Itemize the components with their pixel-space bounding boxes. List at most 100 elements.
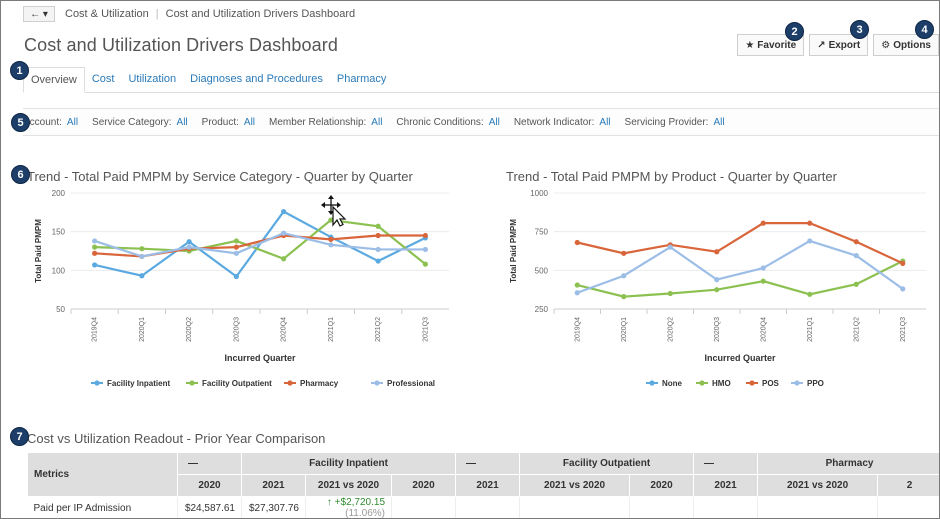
readout-group-header-row: Metrics — Facility Inpatient — Facility … bbox=[27, 452, 939, 497]
row-fo-2020 bbox=[391, 496, 457, 518]
export-icon: ↗ bbox=[817, 39, 826, 51]
collapse-pharmacy-toggle[interactable]: — bbox=[693, 452, 759, 475]
favorite-label: Favorite bbox=[757, 39, 797, 51]
x-tick-label: 2021Q1 bbox=[807, 317, 814, 342]
group-header-facility-outpatient: Facility Outpatient bbox=[519, 452, 695, 475]
x-tick-label: 2021Q3 bbox=[900, 317, 907, 342]
subheader-fi-2021: 2021 bbox=[241, 474, 306, 497]
breadcrumb-current: Cost and Utilization Drivers Dashboard bbox=[165, 8, 356, 20]
data-point bbox=[667, 290, 673, 297]
filter-member-relationship-value[interactable]: All bbox=[371, 117, 382, 128]
subheader-ph-2021: 2021 bbox=[693, 474, 759, 497]
filter-chronic-conditions: Chronic Conditions: All bbox=[396, 117, 499, 128]
data-point bbox=[281, 230, 287, 236]
legend-label: Facility Inpatient bbox=[107, 379, 170, 388]
row-fi-delta-pct: (11.06%) bbox=[345, 508, 385, 519]
subheader-fi-2020: 2020 bbox=[177, 474, 242, 497]
x-tick-label: 2019Q4 bbox=[574, 317, 581, 342]
filter-service-category-value[interactable]: All bbox=[177, 117, 188, 128]
data-point bbox=[281, 256, 287, 262]
collapse-facility-outpatient-toggle[interactable]: — bbox=[455, 452, 521, 475]
breadcrumb-separator: | bbox=[155, 8, 159, 20]
callout-badge-6: 6 bbox=[11, 165, 30, 184]
breadcrumb-link-cost-utilization[interactable]: Cost & Utilization bbox=[65, 8, 149, 20]
product-trend-chart: 250 500 750 1000 2019Q4 2020Q1 2020Q2 2020Q3 202… bbox=[509, 189, 926, 388]
legend-swatch-dot bbox=[94, 380, 100, 386]
tab-bar: Overview Cost Utilization Diagnoses and … bbox=[23, 67, 939, 93]
row-fo-vs bbox=[519, 496, 631, 518]
tab-pharmacy[interactable]: Pharmacy bbox=[330, 67, 394, 93]
x-tick-label: 2020Q2 bbox=[667, 317, 674, 342]
legend-swatch-dot bbox=[749, 380, 755, 386]
data-point bbox=[281, 208, 287, 215]
y-tick-label: 1000 bbox=[530, 189, 548, 198]
action-toolbar: ★ Favorite ↗ Export ⚙ Options bbox=[732, 34, 939, 56]
table-row: Paid per IP Admission $24,587.61 $27,307… bbox=[27, 496, 939, 519]
tab-cost[interactable]: Cost bbox=[85, 67, 122, 93]
tab-utilization[interactable]: Utilization bbox=[121, 67, 183, 93]
options-label: Options bbox=[893, 39, 931, 51]
row-fi-vs: ↑ +$2,720.15 (11.06%) bbox=[305, 496, 392, 519]
legend-label: Professional bbox=[387, 379, 435, 388]
filter-product-value[interactable]: All bbox=[244, 117, 255, 128]
data-point bbox=[807, 291, 813, 297]
filter-servicing-provider-value[interactable]: All bbox=[713, 117, 724, 128]
move-cursor-icon bbox=[321, 195, 347, 227]
legend-label: PPO bbox=[807, 379, 824, 388]
data-point bbox=[186, 244, 192, 250]
data-point bbox=[853, 281, 859, 287]
filter-member-relationship-label: Member Relationship: bbox=[269, 116, 367, 128]
y-tick-label: 250 bbox=[535, 305, 549, 314]
data-point bbox=[714, 287, 720, 293]
tab-diagnoses-and-procedures[interactable]: Diagnoses and Procedures bbox=[183, 67, 330, 93]
row-ph-2021 bbox=[693, 496, 759, 518]
tab-overview[interactable]: Overview bbox=[23, 67, 85, 93]
data-point bbox=[714, 249, 720, 255]
filter-account-value[interactable]: All bbox=[67, 117, 78, 128]
row-next bbox=[877, 496, 939, 518]
legend-label: Pharmacy bbox=[300, 379, 339, 388]
y-tick-label: 200 bbox=[52, 189, 66, 198]
chart-title-product: Trend - Total Paid PMPM by Product - Qua… bbox=[506, 169, 837, 184]
filter-service-category: Service Category: All bbox=[92, 117, 188, 128]
row-fi-2020: $24,587.61 bbox=[177, 496, 242, 518]
data-point bbox=[139, 246, 145, 252]
data-point bbox=[422, 246, 428, 253]
filter-product-label: Product: bbox=[201, 116, 239, 128]
filter-network-indicator-value[interactable]: All bbox=[599, 117, 610, 128]
data-point bbox=[574, 239, 580, 246]
legend-swatch-dot bbox=[374, 380, 380, 386]
x-tick-label: 2020Q1 bbox=[139, 317, 146, 342]
metrics-column-header: Metrics bbox=[27, 452, 178, 497]
data-point bbox=[621, 294, 627, 300]
chart-title-service-category: Trend - Total Paid PMPM by Service Categ… bbox=[27, 169, 413, 184]
row-fi-2021: $27,307.76 bbox=[241, 496, 306, 518]
filter-chronic-conditions-value[interactable]: All bbox=[489, 117, 500, 128]
data-point bbox=[375, 258, 381, 264]
y-tick-label: 50 bbox=[56, 305, 65, 314]
data-point bbox=[853, 253, 859, 259]
gear-icon: ⚙ bbox=[881, 39, 891, 51]
legend-swatch-dot bbox=[287, 380, 293, 386]
filter-servicing-provider-label: Servicing Provider: bbox=[624, 116, 709, 128]
callout-badge-1: 1 bbox=[10, 61, 29, 80]
back-nav-button[interactable]: ← ▾ bbox=[23, 6, 55, 22]
collapse-facility-inpatient-toggle[interactable]: — bbox=[177, 452, 242, 475]
legend-label: POS bbox=[762, 379, 780, 388]
data-point bbox=[233, 250, 239, 256]
legend-swatch-dot bbox=[189, 380, 195, 386]
data-point bbox=[760, 278, 766, 284]
export-label: Export bbox=[828, 39, 861, 51]
data-point bbox=[574, 290, 580, 296]
x-tick-label: 2019Q4 bbox=[92, 317, 99, 342]
data-point bbox=[574, 282, 580, 288]
filter-account: Account: All bbox=[23, 117, 78, 128]
y-tick-label: 750 bbox=[535, 228, 549, 237]
breadcrumb: ← ▾ Cost & Utilization | Cost and Utiliz… bbox=[23, 5, 355, 23]
callout-badge-3: 3 bbox=[850, 20, 869, 39]
data-point bbox=[667, 244, 673, 250]
subheader-fo-vs: 2021 vs 2020 bbox=[519, 474, 631, 497]
x-tick-label: 2021Q2 bbox=[853, 317, 860, 342]
subheader-fo-2021: 2021 bbox=[455, 474, 521, 497]
data-point bbox=[233, 244, 239, 250]
